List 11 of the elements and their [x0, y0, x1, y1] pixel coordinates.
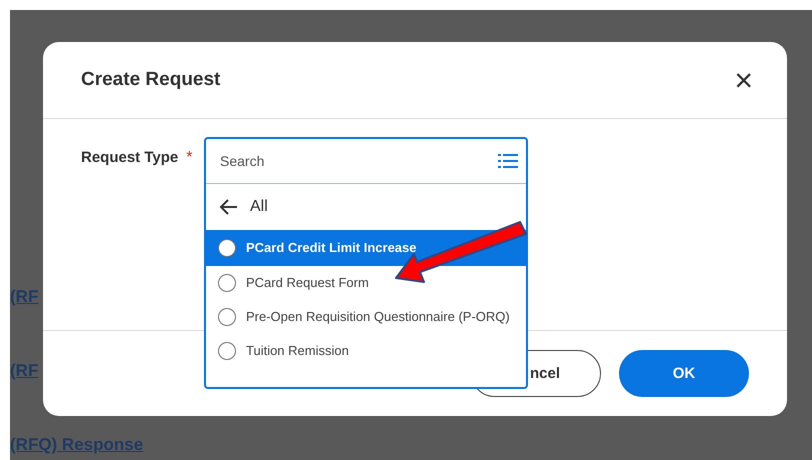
- required-mark: *: [186, 149, 192, 166]
- radio-button[interactable]: [218, 308, 236, 326]
- radio-button[interactable]: [218, 239, 236, 257]
- close-button[interactable]: ×: [728, 64, 759, 96]
- radio-button[interactable]: [218, 342, 236, 360]
- ok-button[interactable]: OK: [619, 350, 749, 397]
- list-icon[interactable]: [498, 153, 518, 169]
- radio-button[interactable]: [218, 274, 236, 292]
- dialog-title: Create Request: [81, 69, 220, 91]
- back-arrow-icon: [218, 198, 238, 216]
- field-label: Request Type: [81, 149, 178, 166]
